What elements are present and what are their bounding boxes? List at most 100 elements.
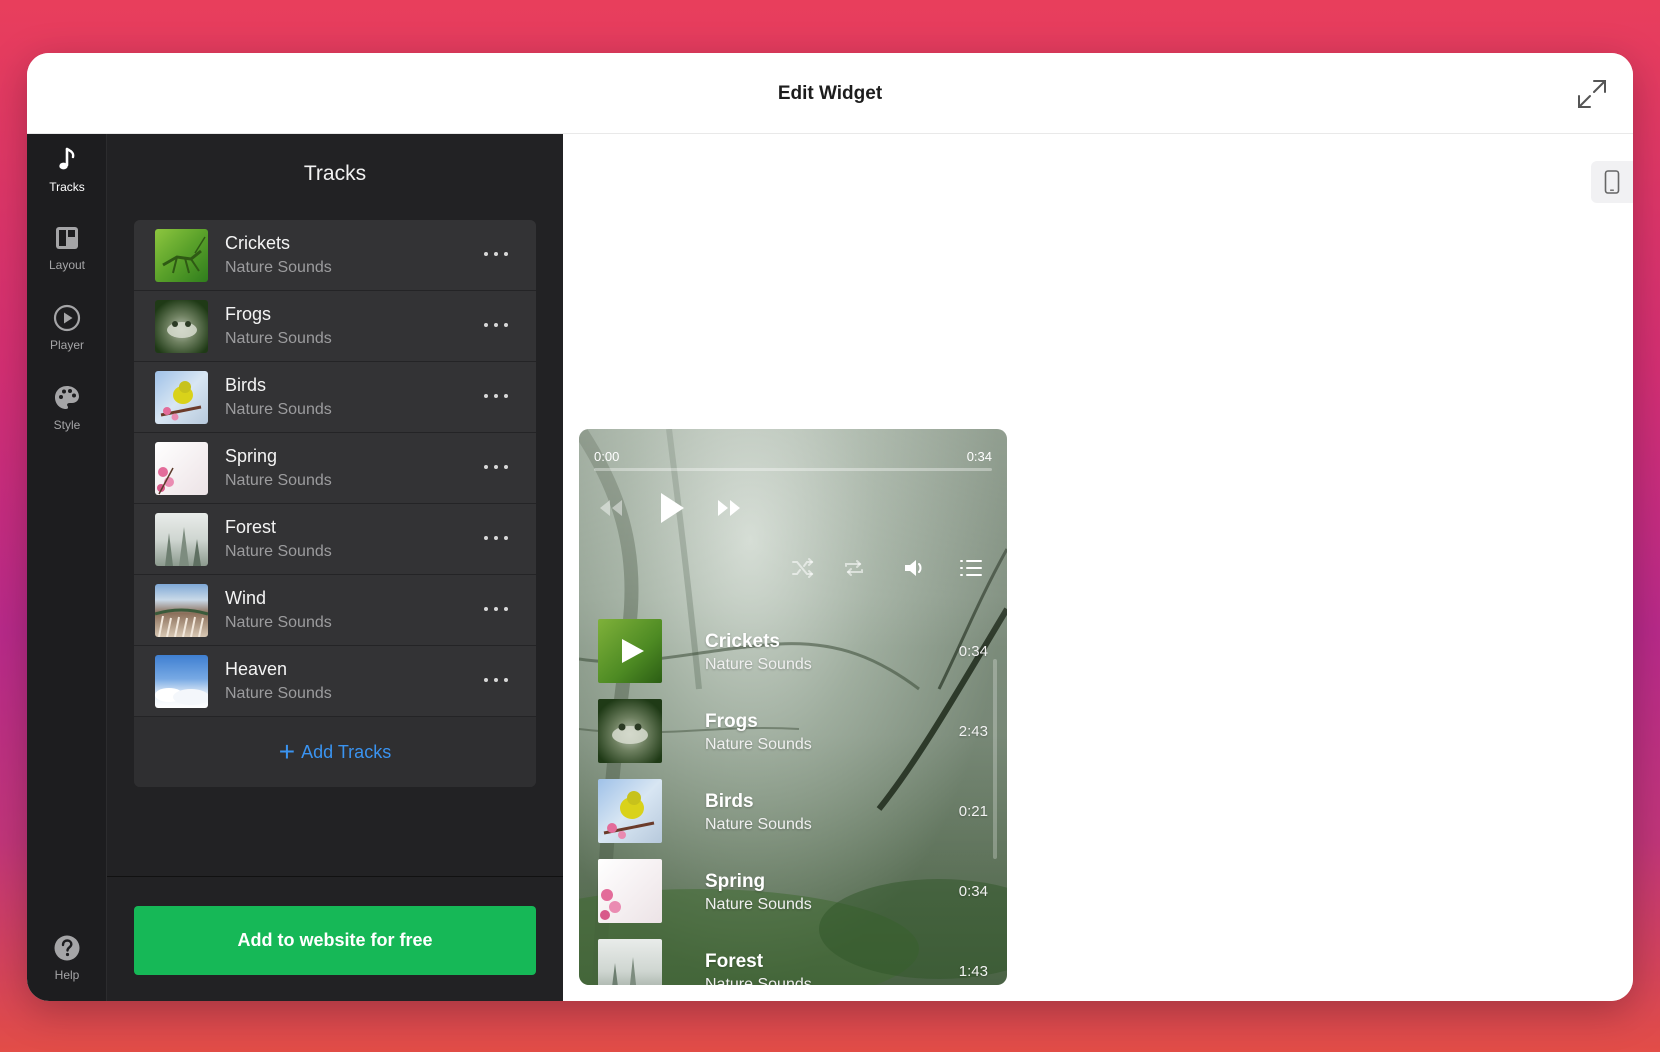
repeat-icon <box>845 560 863 576</box>
edit-widget-window: Edit Widget Tracks Layout Player Style H… <box>27 53 1633 1001</box>
playlist-track-name: Frogs <box>705 711 758 732</box>
layout-icon <box>56 227 78 249</box>
preview-area: 0:00 0:34 Crickets Nature Sounds 0:34 Fr… <box>563 134 1633 1001</box>
track-name: Crickets <box>225 233 291 253</box>
list-icon <box>960 560 982 576</box>
track-row[interactable]: Spring Nature Sounds <box>134 433 536 504</box>
track-row[interactable]: Frogs Nature Sounds <box>134 291 536 362</box>
current-time: 0:00 <box>594 449 620 464</box>
track-artist: Nature Sounds <box>225 330 332 347</box>
playlist-thumbnail <box>598 619 662 683</box>
playlist-thumbnail <box>598 699 662 763</box>
playlist-track-name: Spring <box>705 871 766 892</box>
rail-item-tracks[interactable]: Tracks <box>27 146 107 212</box>
track-artist: Nature Sounds <box>225 685 332 702</box>
playlist-track-artist: Nature Sounds <box>705 896 812 913</box>
playlist-track-duration: 0:34 <box>958 643 988 660</box>
track-row[interactable]: Crickets Nature Sounds <box>134 220 536 291</box>
track-more-button[interactable] <box>484 390 508 402</box>
palette-icon <box>55 386 79 409</box>
playlist-track-duration: 2:43 <box>958 723 988 740</box>
mobile-preview-button[interactable] <box>1591 161 1633 203</box>
track-thumbnail <box>155 655 208 708</box>
track-name: Spring <box>225 446 278 466</box>
track-list: Crickets Nature Sounds Frogs Nature Soun… <box>134 220 536 787</box>
shuffle-icon <box>792 558 814 578</box>
track-thumbnail <box>155 442 208 495</box>
track-name: Birds <box>225 375 267 395</box>
playlist-item[interactable]: Crickets Nature Sounds 0:34 <box>598 619 988 685</box>
playlist-track-artist: Nature Sounds <box>705 816 812 833</box>
play-button[interactable] <box>657 491 687 530</box>
rail-item-style[interactable]: Style <box>27 384 107 450</box>
track-artist: Nature Sounds <box>225 259 332 276</box>
progress-bar[interactable] <box>594 468 992 471</box>
rail-item-layout[interactable]: Layout <box>27 224 107 290</box>
playlist-track-duration: 0:34 <box>958 883 988 900</box>
track-more-button[interactable] <box>484 248 508 260</box>
track-thumbnail <box>155 584 208 637</box>
rail-item-label: Style <box>53 418 81 432</box>
add-tracks-button[interactable]: + Add Tracks <box>134 717 536 787</box>
volume-icon <box>905 560 922 576</box>
rail-item-label: Help <box>54 968 80 982</box>
playlist-track-duration: 1:43 <box>958 963 988 980</box>
expand-button[interactable] <box>1575 77 1609 111</box>
track-row[interactable]: Birds Nature Sounds <box>134 362 536 433</box>
playlist-item[interactable]: Birds Nature Sounds 0:21 <box>598 779 988 845</box>
rail-item-help[interactable]: Help <box>27 934 107 1000</box>
playlist-track-duration: 0:21 <box>958 803 988 820</box>
add-to-website-button[interactable]: Add to website for free <box>134 906 536 975</box>
playlist-track-name: Forest <box>705 951 764 972</box>
expand-icon <box>1578 80 1606 108</box>
repeat-button[interactable] <box>843 557 865 584</box>
help-icon <box>54 935 80 961</box>
track-more-button[interactable] <box>484 532 508 544</box>
playlist-track-artist: Nature Sounds <box>705 656 812 673</box>
fast-forward-icon <box>718 500 740 516</box>
panel-title: Tracks <box>303 162 367 185</box>
rewind-button[interactable] <box>597 497 625 524</box>
track-artist: Nature Sounds <box>225 401 332 418</box>
title-bar: Edit Widget <box>27 53 1633 134</box>
rail-item-player[interactable]: Player <box>27 304 107 370</box>
playlist-track-artist: Nature Sounds <box>705 736 812 753</box>
shuffle-button[interactable] <box>791 557 815 584</box>
track-artist: Nature Sounds <box>225 614 332 631</box>
playlist-item[interactable]: Spring Nature Sounds 0:34 <box>598 859 988 925</box>
window-title: Edit Widget <box>777 83 883 104</box>
track-row[interactable]: Wind Nature Sounds <box>134 575 536 646</box>
playlist-thumbnail <box>598 779 662 843</box>
playlist-toggle-button[interactable] <box>959 557 983 584</box>
playlist-scrollbar[interactable] <box>993 659 997 859</box>
add-tracks-label: Add Tracks <box>301 741 392 762</box>
tracks-panel: Tracks Crickets Nature Sounds Frogs Natu… <box>107 134 563 1001</box>
track-more-button[interactable] <box>484 603 508 615</box>
plus-icon: + <box>278 736 296 767</box>
audio-player-widget: 0:00 0:34 Crickets Nature Sounds 0:34 Fr… <box>579 429 1007 985</box>
volume-button[interactable] <box>903 557 927 584</box>
music-note-icon <box>59 147 75 170</box>
playlist-item[interactable]: Forest Nature Sounds 1:43 <box>598 939 988 985</box>
rewind-icon <box>600 500 622 516</box>
play-icon <box>661 493 684 523</box>
playlist-track-artist: Nature Sounds <box>705 976 812 985</box>
playlist-thumbnail <box>598 859 662 923</box>
playlist-thumbnail <box>598 939 662 985</box>
icon-rail: Tracks Layout Player Style Help <box>27 134 107 1001</box>
panel-divider <box>107 876 563 877</box>
track-thumbnail <box>155 229 208 282</box>
track-thumbnail <box>155 371 208 424</box>
track-more-button[interactable] <box>484 674 508 686</box>
track-name: Frogs <box>225 304 272 324</box>
track-artist: Nature Sounds <box>225 472 332 489</box>
playlist-item[interactable]: Frogs Nature Sounds 2:43 <box>598 699 988 765</box>
track-artist: Nature Sounds <box>225 543 332 560</box>
track-row[interactable]: Forest Nature Sounds <box>134 504 536 575</box>
track-more-button[interactable] <box>484 461 508 473</box>
track-more-button[interactable] <box>484 319 508 331</box>
fast-forward-button[interactable] <box>715 497 743 524</box>
rail-item-label: Player <box>49 338 84 352</box>
mobile-phone-icon <box>1604 170 1620 194</box>
track-row[interactable]: Heaven Nature Sounds <box>134 646 536 717</box>
